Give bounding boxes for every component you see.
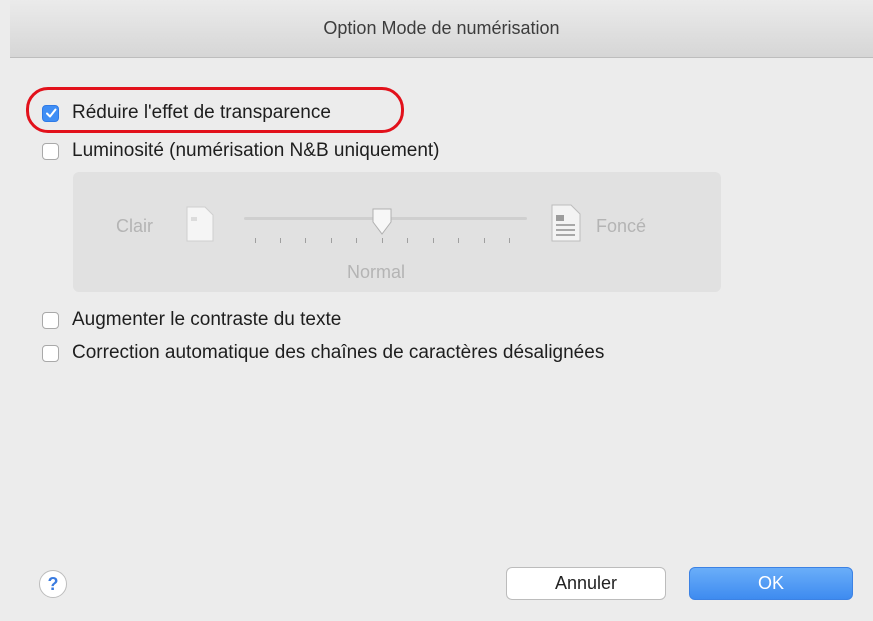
slider-max-label: Foncé: [596, 216, 647, 236]
brightness-label: Luminosité (numérisation N&B uniquement): [72, 140, 440, 161]
auto-correction-label: Correction automatique des chaînes de ca…: [72, 342, 605, 363]
brightness-slider-thumb[interactable]: [371, 208, 393, 236]
dark-document-icon: [551, 204, 581, 242]
slider-tick: [331, 238, 332, 243]
slider-tick: [382, 238, 383, 243]
light-document-icon: [186, 206, 214, 242]
slider-tick: [433, 238, 434, 243]
ok-button[interactable]: OK: [689, 567, 853, 600]
contrast-option[interactable]: Augmenter le contraste du texte: [42, 309, 341, 331]
slider-tick: [280, 238, 281, 243]
help-button[interactable]: ?: [39, 570, 67, 598]
slider-tick: [255, 238, 256, 243]
slider-tick: [484, 238, 485, 243]
slider-tick: [305, 238, 306, 243]
auto-correction-option[interactable]: Correction automatique des chaînes de ca…: [42, 342, 604, 364]
auto-correction-checkbox[interactable]: [42, 344, 59, 362]
slider-min-label: Clair: [116, 216, 154, 236]
checkmark-icon: [45, 108, 56, 118]
slider-value-label: Normal: [347, 262, 406, 282]
slider-tick: [458, 238, 459, 243]
brightness-option[interactable]: Luminosité (numérisation N&B uniquement): [42, 140, 440, 162]
cancel-button[interactable]: Annuler: [506, 567, 666, 600]
slider-tick: [407, 238, 408, 243]
contrast-label: Augmenter le contraste du texte: [72, 309, 342, 330]
brightness-panel: Clair Foncé Normal: [73, 172, 721, 292]
reduce-transparency-checkbox[interactable]: [42, 104, 59, 122]
slider-tick: [509, 238, 510, 243]
slider-tick: [356, 238, 357, 243]
reduce-transparency-label: Réduire l'effet de transparence: [72, 102, 331, 123]
brightness-checkbox[interactable]: [42, 142, 59, 160]
contrast-checkbox[interactable]: [42, 311, 59, 329]
dialog-title: Option Mode de numérisation: [10, 0, 873, 58]
reduce-transparency-option[interactable]: Réduire l'effet de transparence: [42, 102, 331, 124]
